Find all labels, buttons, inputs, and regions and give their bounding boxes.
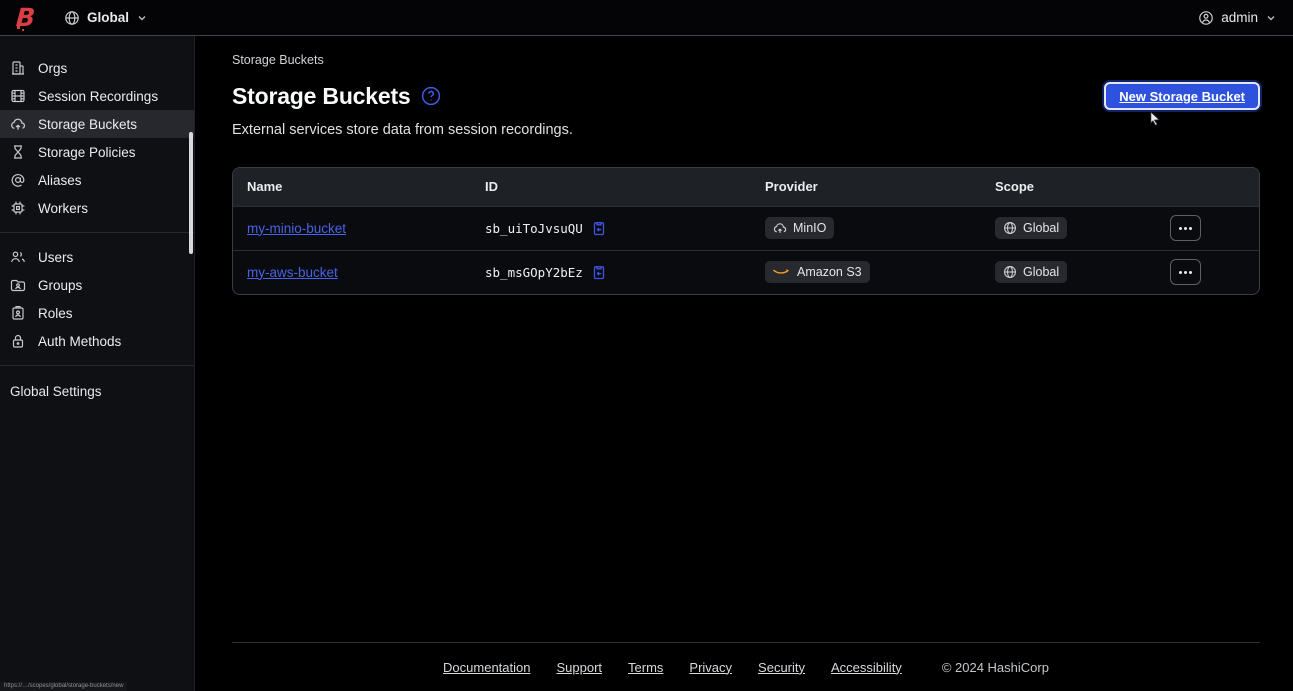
user-circle-icon (1199, 10, 1214, 25)
sidebar-item-label: Groups (38, 277, 83, 293)
scope-picker[interactable]: Global (64, 10, 148, 26)
sidebar-item-label: Orgs (38, 60, 68, 76)
sidebar-item-storage-buckets[interactable]: Storage Buckets (0, 110, 194, 138)
sidebar-item-aliases[interactable]: Aliases (0, 166, 194, 194)
cpu-icon (11, 201, 25, 215)
globe-icon (1004, 222, 1016, 234)
sidebar-item-label: Auth Methods (38, 333, 122, 349)
sidebar-item-label: Workers (38, 200, 89, 216)
bucket-id: sb_uiToJvsuQU (485, 220, 583, 236)
footer-link-support[interactable]: Support (556, 660, 602, 675)
sidebar-item-orgs[interactable]: Orgs (0, 54, 194, 82)
hourglass-icon (14, 145, 22, 159)
id-badge-icon (12, 306, 24, 320)
chevron-down-icon (1267, 15, 1275, 20)
sidebar-item-auth-methods[interactable]: Auth Methods (0, 327, 194, 355)
sidebar-item-global-settings[interactable]: Global Settings (0, 376, 194, 407)
globe-icon (1004, 266, 1016, 278)
bucket-name-link[interactable]: my-aws-bucket (247, 265, 338, 280)
folder-users-icon (10, 279, 26, 292)
sidebar-item-label: Users (38, 249, 74, 265)
sidebar-item-label: Storage Policies (38, 144, 136, 160)
new-storage-bucket-button[interactable]: New Storage Bucket (1104, 82, 1260, 110)
sidebar-item-groups[interactable]: Groups (0, 271, 194, 299)
sidebar-item-storage-policies[interactable]: Storage Policies (0, 138, 194, 166)
aws-icon (773, 268, 790, 274)
film-icon (11, 89, 25, 103)
sidebar-item-users[interactable]: Users (0, 243, 194, 271)
globe-icon (65, 10, 79, 25)
sidebar-item-label: Roles (38, 305, 73, 321)
copy-id-button[interactable] (591, 220, 607, 236)
title-row: Storage Buckets New Storage Bucket (232, 82, 1260, 110)
table-header-row: Name ID Provider Scope (233, 167, 1259, 206)
cloud-upload-icon (11, 118, 26, 130)
boundary-logo[interactable]: B (15, 3, 42, 32)
lock-icon (12, 334, 24, 348)
cloud-upload-icon (773, 223, 787, 233)
chevron-down-icon (138, 15, 146, 20)
sidebar-item-workers[interactable]: Workers (0, 194, 194, 222)
footer-link-security[interactable]: Security (758, 660, 805, 675)
top-nav: B Global admin (0, 0, 1293, 36)
column-header-scope: Scope (995, 179, 1035, 194)
provider-badge: MinIO (765, 217, 835, 239)
scope-picker-label: Global (87, 10, 130, 25)
column-header-id: ID (485, 179, 498, 194)
column-header-provider: Provider (765, 179, 818, 194)
row-overflow-menu-button[interactable] (1170, 215, 1201, 241)
bucket-id: sb_msGOpY2bEz (485, 264, 583, 280)
page-footer: Documentation Support Terms Privacy Secu… (232, 642, 1260, 691)
main-content: Storage Buckets Storage Buckets New Stor… (195, 36, 1293, 691)
sidebar: Orgs Session Recordings Storage Buckets … (0, 36, 195, 691)
users-icon (11, 251, 25, 263)
table-row: my-minio-bucket sb_uiToJvsuQU MinIO Glob… (233, 205, 1259, 250)
copyright-text: © 2024 HashiCorp (941, 659, 1049, 675)
sidebar-divider (0, 365, 194, 366)
column-header-name: Name (247, 179, 283, 194)
breadcrumb[interactable]: Storage Buckets (232, 53, 324, 67)
at-sign-icon (11, 174, 25, 187)
provider-badge: Amazon S3 (765, 261, 870, 283)
sidebar-item-roles[interactable]: Roles (0, 299, 194, 327)
footer-link-documentation[interactable]: Documentation (443, 660, 530, 675)
footer-link-privacy[interactable]: Privacy (689, 660, 732, 675)
user-menu-label: admin (1221, 10, 1258, 25)
footer-link-terms[interactable]: Terms (628, 660, 663, 675)
sidebar-item-session-recordings[interactable]: Session Recordings (0, 82, 194, 110)
help-icon[interactable] (421, 86, 441, 106)
bucket-name-link[interactable]: my-minio-bucket (247, 221, 346, 236)
user-menu[interactable]: admin (1198, 10, 1277, 26)
clipboard-copy-icon (593, 222, 604, 236)
storage-buckets-table: Name ID Provider Scope my-minio-bucket s… (232, 166, 1260, 295)
sidebar-item-label: Aliases (38, 172, 82, 188)
sidebar-item-label: Session Recordings (38, 88, 159, 104)
clipboard-copy-icon (593, 266, 604, 280)
org-icon (12, 61, 24, 75)
copy-id-button[interactable] (591, 264, 607, 280)
sidebar-item-label: Storage Buckets (38, 116, 138, 132)
scope-badge: Global (995, 261, 1068, 283)
sidebar-scrollbar-thumb[interactable] (189, 132, 193, 254)
scope-badge: Global (995, 217, 1068, 239)
page-description: External services store data from sessio… (232, 122, 573, 138)
page-title: Storage Buckets (232, 83, 441, 110)
status-bar: https://…/scopes/global/storage-buckets/… (0, 682, 128, 691)
sidebar-divider (0, 232, 194, 233)
table-row: my-aws-bucket sb_msGOpY2bEz Amazon S3 Gl… (233, 249, 1259, 294)
row-overflow-menu-button[interactable] (1170, 259, 1201, 285)
footer-link-accessibility[interactable]: Accessibility (831, 660, 902, 675)
